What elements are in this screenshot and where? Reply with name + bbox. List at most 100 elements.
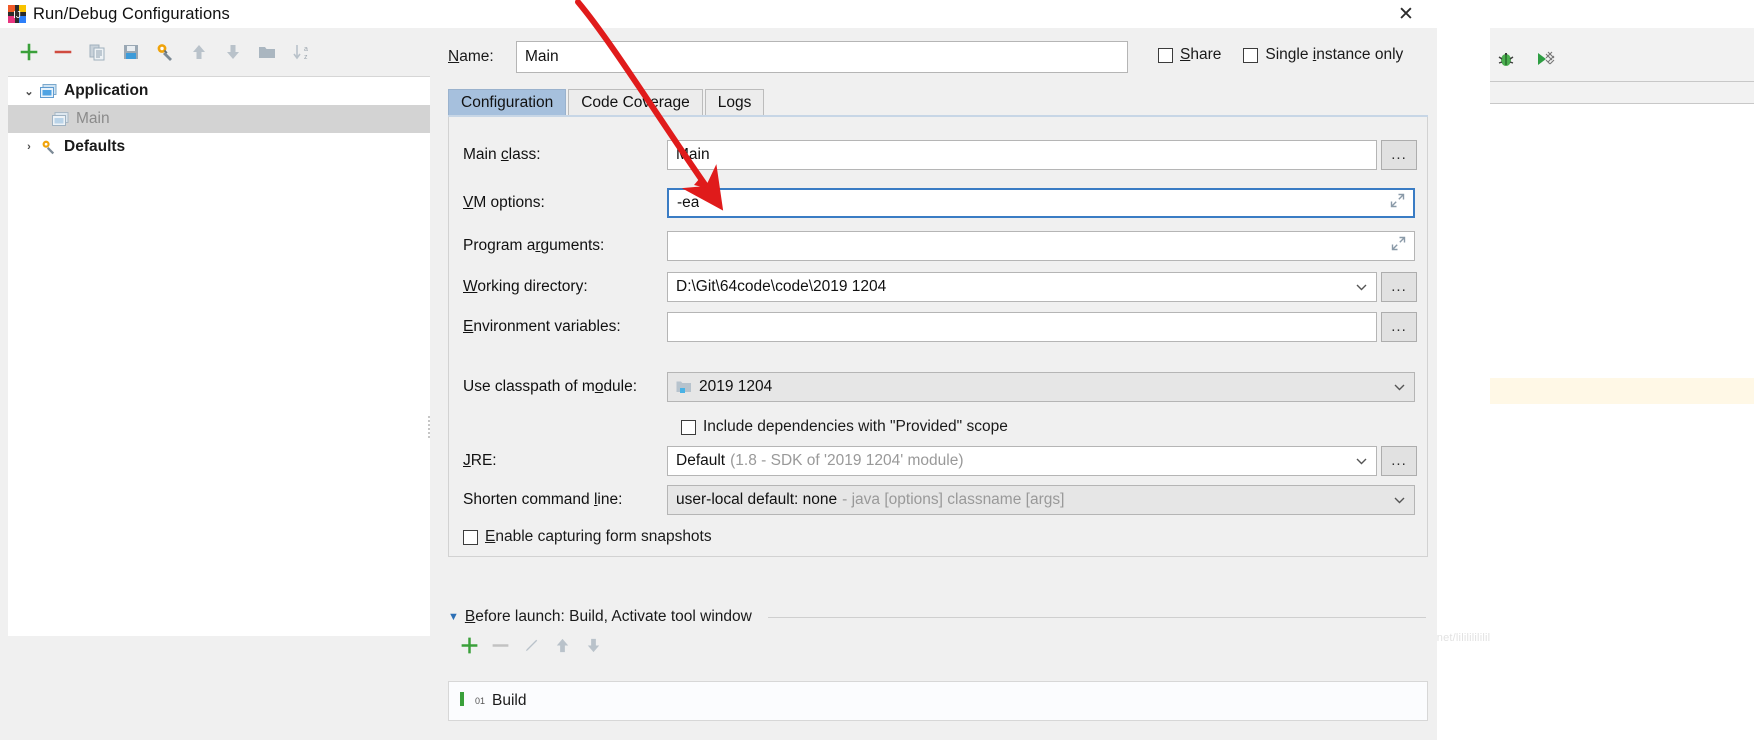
chevron-down-icon[interactable] <box>1356 456 1367 467</box>
checkbox-box[interactable] <box>463 529 478 545</box>
svg-text:z: z <box>304 54 308 61</box>
include-provided-row: Include dependencies with "Provided" sco… <box>449 411 1429 443</box>
vm-options-row: VM options: -ea <box>449 187 1429 219</box>
tab-code-coverage[interactable]: Code Coverage <box>568 89 703 116</box>
working-directory-row: Working directory: D:\Git\64code\code\20… <box>449 271 1429 303</box>
shorten-command-line-value: user-local default: none <box>676 491 838 508</box>
form-snapshots-checkbox[interactable]: Enable capturing form snapshots <box>463 528 712 546</box>
vm-options-label: VM options: <box>463 194 545 211</box>
share-checkbox[interactable]: Share <box>1158 46 1221 64</box>
program-arguments-input[interactable] <box>667 231 1415 261</box>
classpath-module-label: Use classpath of module: <box>463 378 638 395</box>
vm-options-input[interactable]: -ea <box>667 188 1415 218</box>
configurations-panel: a z ⌄ Application Main › Defaults <box>0 28 430 740</box>
main-class-row: Main class: Main ... <box>449 139 1429 171</box>
build-task-badge: 01 <box>475 696 486 706</box>
environment-variables-input[interactable] <box>667 312 1377 342</box>
shorten-command-line-dropdown[interactable]: user-local default: none - java [options… <box>667 485 1415 515</box>
add-configuration-button[interactable] <box>12 35 46 69</box>
before-launch-task-list[interactable]: 01 Build <box>448 681 1428 721</box>
dialog-options-group: Share Single instance only <box>1158 46 1403 64</box>
classpath-module-value: 2019 1204 <box>699 378 773 395</box>
form-snapshots-label: Enable capturing form snapshots <box>485 528 712 545</box>
include-provided-checkbox[interactable]: Include dependencies with "Provided" sco… <box>681 418 1008 436</box>
single-instance-checkbox-label: Single instance only <box>1265 46 1404 63</box>
save-floppy-icon[interactable] <box>114 35 148 69</box>
ide-titlebar: — <box>1490 0 1754 28</box>
arrow-down-icon[interactable] <box>584 636 603 659</box>
ide-toolbar-icons <box>1495 48 1557 74</box>
chevron-right-icon[interactable]: › <box>18 141 40 153</box>
tree-item-defaults[interactable]: › Defaults <box>8 133 430 161</box>
tree-item-application[interactable]: ⌄ Application <box>8 77 430 105</box>
include-provided-label: Include dependencies with "Provided" sco… <box>703 418 1008 435</box>
expand-editor-icon[interactable] <box>1391 236 1406 256</box>
chevron-down-icon[interactable] <box>1394 382 1405 393</box>
triangle-down-icon[interactable]: ▼ <box>448 611 459 623</box>
wrench-gear-icon <box>40 139 58 155</box>
chevron-down-icon[interactable]: ⌄ <box>18 85 40 98</box>
jre-row: JRE: Default (1.8 - SDK of '2019 1204' m… <box>449 445 1429 477</box>
tab-configuration[interactable]: Configuration <box>448 89 567 116</box>
chevron-down-icon[interactable] <box>1356 282 1367 293</box>
working-directory-browse-button[interactable]: ... <box>1381 272 1417 302</box>
checkbox-box[interactable] <box>681 419 696 435</box>
shorten-command-line-label: Shorten command line: <box>463 491 623 508</box>
tree-item-main[interactable]: Main <box>8 105 430 133</box>
jre-value: Default <box>676 452 726 469</box>
build-task-icon <box>459 691 468 712</box>
main-class-browse-button[interactable]: ... <box>1381 140 1417 170</box>
remove-task-button[interactable] <box>491 636 510 659</box>
checkbox-box[interactable] <box>1243 47 1259 63</box>
jre-browse-button[interactable]: ... <box>1381 446 1417 476</box>
before-launch-title: Before launch: Build, Activate tool wind… <box>464 608 752 625</box>
tree-item-label: Main <box>76 110 110 127</box>
arrow-up-icon[interactable] <box>553 636 572 659</box>
before-launch-toolbar <box>448 636 1428 659</box>
ide-editor-area <box>1490 104 1754 740</box>
classpath-module-dropdown[interactable]: 2019 1204 <box>667 372 1415 402</box>
environment-variables-row: Environment variables: ... <box>449 311 1429 343</box>
program-arguments-label: Program arguments: <box>463 237 605 254</box>
debug-bug-icon[interactable] <box>1495 48 1517 74</box>
vm-options-value: -ea <box>677 194 700 211</box>
run-with-coverage-icon[interactable] <box>1535 48 1557 74</box>
add-task-button[interactable] <box>460 636 479 659</box>
shorten-command-line-row: Shorten command line: user-local default… <box>449 484 1429 516</box>
before-launch-header[interactable]: ▼ Before launch: Build, Activate tool wi… <box>448 608 1428 626</box>
arrow-up-icon[interactable] <box>182 35 216 69</box>
run-debug-configurations-dialog: IJ Run/Debug Configurations ✕ a z ⌄ Appl… <box>0 0 1437 740</box>
tree-item-label: Defaults <box>64 138 126 155</box>
ide-tab-strip <box>1490 82 1754 104</box>
remove-configuration-button[interactable] <box>46 35 80 69</box>
main-class-label: Main class: <box>463 146 541 163</box>
copy-icon[interactable] <box>80 35 114 69</box>
main-class-value: Main <box>676 146 710 163</box>
jre-hint: (1.8 - SDK of '2019 1204' module) <box>730 452 964 469</box>
module-folder-icon <box>676 380 692 394</box>
working-directory-input[interactable]: D:\Git\64code\code\2019 1204 <box>667 272 1377 302</box>
svg-text:IJ: IJ <box>13 10 21 21</box>
main-class-input[interactable]: Main <box>667 140 1377 170</box>
configuration-editor-panel: Name: Main Share Single instance only Co… <box>430 28 1437 740</box>
checkbox-box[interactable] <box>1158 47 1173 63</box>
configuration-form: Main class: Main ... VM options: -ea Pro… <box>448 117 1428 557</box>
folder-icon[interactable] <box>250 35 284 69</box>
configuration-tabs[interactable]: Configuration Code Coverage Logs <box>448 88 1428 116</box>
environment-variables-browse-button[interactable]: ... <box>1381 312 1417 342</box>
arrow-down-icon[interactable] <box>216 35 250 69</box>
jre-dropdown[interactable]: Default (1.8 - SDK of '2019 1204' module… <box>667 446 1377 476</box>
tab-logs[interactable]: Logs <box>704 89 765 116</box>
chevron-down-icon[interactable] <box>1394 495 1405 506</box>
header-divider <box>767 616 1426 618</box>
expand-editor-icon[interactable] <box>1390 193 1405 213</box>
pencil-icon[interactable] <box>522 636 541 659</box>
configurations-tree[interactable]: ⌄ Application Main › Defaults <box>8 76 430 636</box>
single-instance-checkbox[interactable]: Single instance only <box>1243 46 1403 64</box>
form-snapshots-row: Enable capturing form snapshots <box>449 521 1429 553</box>
name-label: Name: <box>448 48 494 65</box>
name-input[interactable]: Main <box>516 41 1128 73</box>
sort-az-icon[interactable]: a z <box>284 35 318 69</box>
close-icon[interactable]: ✕ <box>1383 0 1429 28</box>
wrench-gear-icon[interactable] <box>148 35 182 69</box>
